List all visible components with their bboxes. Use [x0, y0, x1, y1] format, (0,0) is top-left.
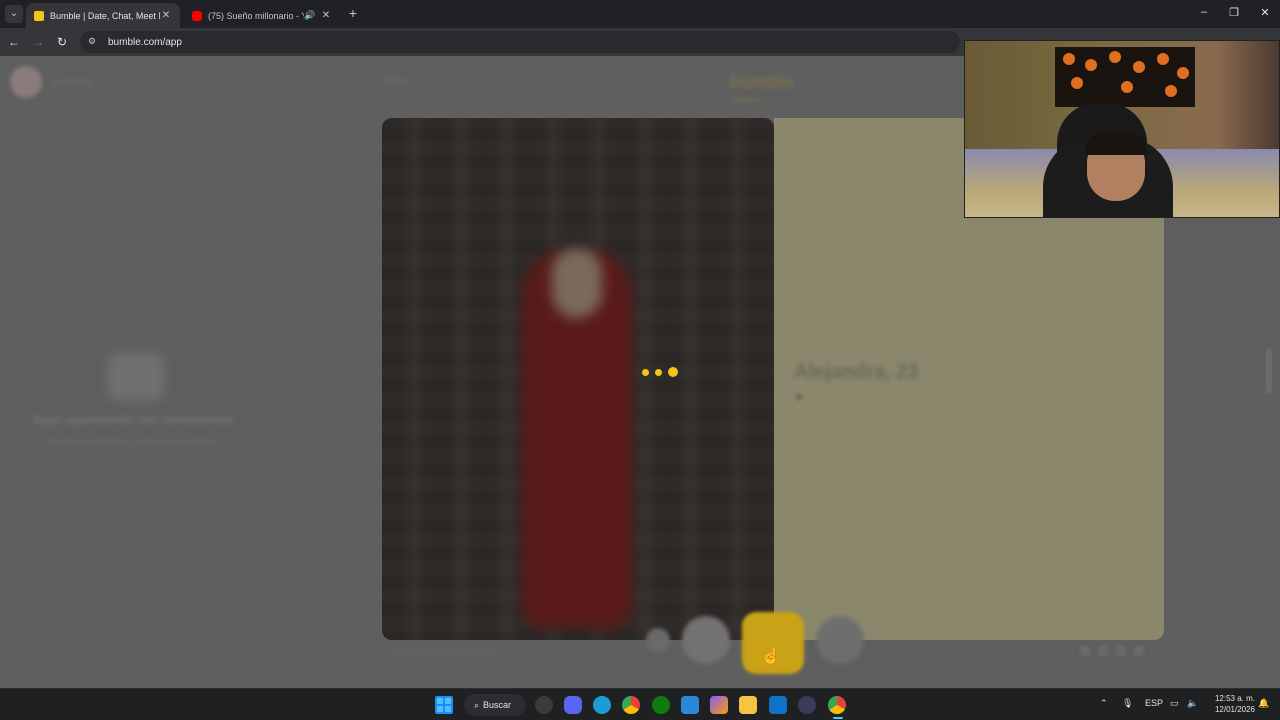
tab-title: Bumble | Date, Chat, Meet New: [50, 10, 160, 21]
profile-photo[interactable]: [382, 118, 774, 640]
address-bar[interactable]: ⚙ bumble.com/app: [80, 31, 960, 53]
clock[interactable]: 12:53 a. m. 12/01/2026: [1205, 693, 1255, 715]
tab-youtube[interactable]: (75) Sueño millonario - You 🔊 ✕: [184, 3, 340, 28]
close-window-icon[interactable]: ✕: [1258, 6, 1272, 19]
microphone-icon[interactable]: 🎙: [1122, 698, 1133, 709]
scrollbar-thumb[interactable]: [1266, 348, 1272, 394]
filter-button[interactable]: Filtrar: [382, 76, 408, 87]
obs-icon[interactable]: [798, 696, 816, 714]
tab-bumble[interactable]: Bumble | Date, Chat, Meet New ✕: [26, 3, 180, 28]
webcam-overlay: [964, 40, 1280, 218]
chrome-icon[interactable]: [622, 696, 640, 714]
new-tab-button[interactable]: +: [345, 5, 361, 21]
like-button[interactable]: [816, 616, 864, 664]
pass-button[interactable]: [682, 616, 730, 664]
photos-icon[interactable]: [681, 696, 699, 714]
tray-overflow-icon[interactable]: ⌃: [1100, 698, 1108, 709]
close-tab-icon[interactable]: ✕: [160, 10, 172, 21]
network-icon[interactable]: ▭: [1170, 698, 1179, 709]
xbox-icon[interactable]: [652, 696, 670, 714]
logo-underline: [730, 98, 760, 102]
hint-icon: [1098, 646, 1108, 656]
loading-dot: [655, 368, 662, 376]
search-label: Buscar: [483, 700, 512, 710]
close-tab-icon[interactable]: ✕: [320, 10, 332, 21]
youtube-favicon-icon: [192, 10, 202, 21]
hint-icon: [1080, 646, 1090, 656]
clock-date: 12/01/2026: [1214, 705, 1255, 714]
minimize-window-icon[interactable]: –: [1197, 6, 1211, 18]
profile-detail-icon: [796, 394, 802, 400]
notifications-icon[interactable]: 🔔: [1258, 698, 1269, 709]
windows-taskbar: ⌕ Buscar ⌃ 🎙 ESP ▭ 🔈 12:53 a. m. 12/01/2…: [0, 688, 1280, 720]
photo-footer-text: Alejandra tiene más fotos: [394, 646, 496, 656]
forward-arrow-icon[interactable]: →: [30, 34, 46, 50]
empty-connections-icon: [108, 354, 164, 400]
profile-name: Alejandra, 23: [794, 361, 919, 383]
pumpkin-poster: [1055, 47, 1195, 107]
keyboard-hints: [1080, 646, 1144, 656]
empty-connections-title: Aquí aparecerán tus conexiones: [32, 412, 234, 427]
file-explorer-icon[interactable]: [739, 696, 757, 714]
reload-icon[interactable]: ↻: [54, 34, 70, 50]
chrome-active-icon[interactable]: [828, 696, 846, 714]
bumble-favicon-icon: [34, 10, 44, 21]
restore-window-icon[interactable]: ❐: [1227, 6, 1241, 19]
volume-icon[interactable]: 🔈: [1187, 698, 1198, 709]
loading-dot: [668, 367, 678, 377]
discord-icon[interactable]: [564, 696, 582, 714]
mouse-cursor-icon: ☝: [761, 648, 781, 665]
tab-search-chevron-icon[interactable]: ⌄: [5, 5, 23, 23]
copilot-icon[interactable]: [710, 696, 728, 714]
url-text: bumble.com/app: [108, 36, 182, 48]
username: Leandro: [52, 76, 93, 88]
language-indicator[interactable]: ESP: [1145, 698, 1163, 708]
clock-time: 12:53 a. m.: [1214, 694, 1255, 703]
hint-icon: [1134, 646, 1144, 656]
search-icon: ⌕: [474, 699, 480, 710]
loading-indicator: [642, 367, 678, 377]
edge-icon[interactable]: [593, 696, 611, 714]
undo-button[interactable]: [646, 628, 670, 652]
bumble-logo: bumble: [730, 72, 795, 92]
site-info-icon[interactable]: ⚙: [88, 36, 100, 48]
audio-playing-icon[interactable]: 🔊: [304, 10, 316, 21]
hint-icon: [1116, 646, 1126, 656]
active-app-indicator: [833, 717, 843, 719]
loading-dot: [642, 368, 649, 376]
widgets-icon[interactable]: [535, 696, 553, 714]
browser-tab-strip: ⌄ Bumble | Date, Chat, Meet New ✕ (75) S…: [0, 0, 1280, 28]
empty-connections-subtitle: Empieza a deslizar y conecta con alguien: [50, 436, 216, 446]
photo-image: [382, 118, 774, 640]
taskbar-search-button[interactable]: ⌕ Buscar: [464, 694, 526, 716]
windows-start-icon[interactable]: [435, 696, 453, 714]
user-avatar[interactable]: [10, 66, 42, 98]
tab-title: (75) Sueño millonario - You: [208, 10, 304, 21]
back-arrow-icon[interactable]: ←: [6, 34, 22, 50]
store-icon[interactable]: [769, 696, 787, 714]
